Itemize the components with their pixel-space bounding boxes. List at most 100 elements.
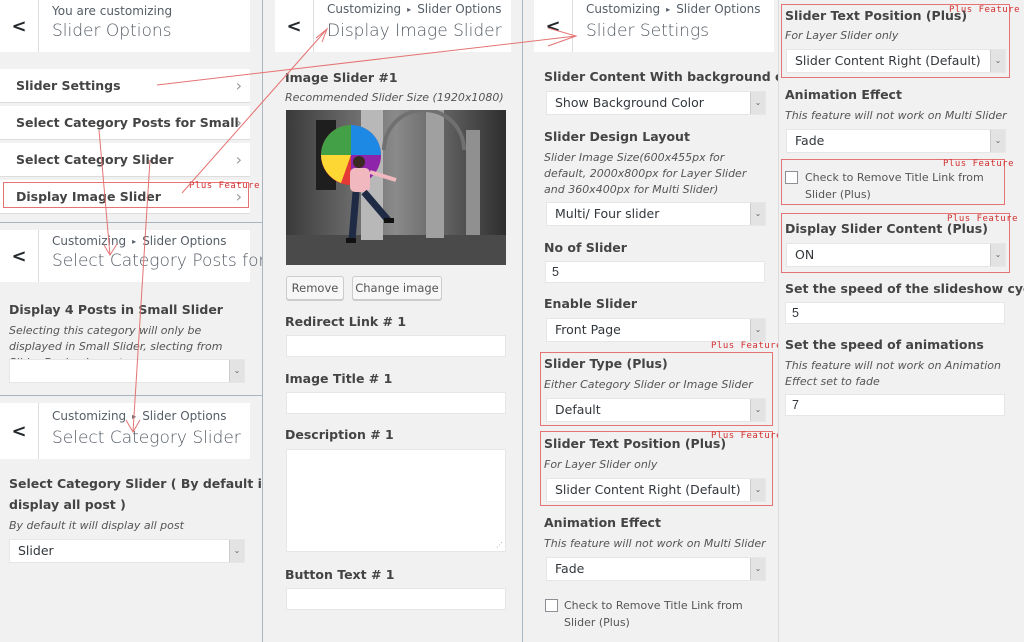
chevron-down-icon: ⌄ bbox=[990, 50, 1005, 72]
breadcrumb: Customizing ▸ Slider Options bbox=[586, 2, 761, 16]
design-layout-select[interactable]: Multi/ Four slider ⌄ bbox=[546, 202, 766, 226]
field-label: Button Text # 1 bbox=[285, 567, 395, 582]
cycle-speed-input[interactable] bbox=[785, 302, 1005, 324]
field-label: Slider Text Position (Plus) bbox=[544, 436, 727, 451]
field-label: Display Slider Content (Plus) bbox=[785, 221, 988, 236]
select-value: Show Background Color bbox=[555, 95, 704, 110]
text-position-select[interactable]: Slider Content Right (Default) ⌄ bbox=[786, 49, 1006, 73]
chevron-left-icon: < bbox=[11, 245, 27, 267]
breadcrumb-root: Customizing bbox=[52, 234, 127, 248]
button-text-input[interactable] bbox=[286, 588, 506, 610]
checkbox-label: Check to Remove Title Link from Slider (… bbox=[805, 171, 984, 201]
breadcrumb-separator: ▸ bbox=[666, 5, 671, 14]
plus-feature-tag: Plus Feature bbox=[711, 341, 783, 351]
field-description: For Layer Slider only bbox=[785, 29, 899, 42]
breadcrumb-separator: ▸ bbox=[132, 237, 137, 246]
panel-title: Select Category Posts for... bbox=[52, 251, 281, 271]
field-label: Redirect Link # 1 bbox=[285, 314, 407, 329]
breadcrumb: Customizing ▸ Slider Options bbox=[52, 234, 227, 248]
chevron-down-icon: ⌄ bbox=[750, 203, 765, 225]
chevron-down-icon: ⌄ bbox=[750, 319, 765, 341]
field-label: Slider Type (Plus) bbox=[544, 356, 668, 371]
section-label: Slider Settings bbox=[16, 78, 121, 93]
divider bbox=[0, 395, 262, 396]
chevron-left-icon: < bbox=[11, 420, 27, 442]
category-slider-select[interactable]: Slider ⌄ bbox=[9, 539, 245, 563]
background-color-select[interactable]: Show Background Color ⌄ bbox=[546, 91, 766, 115]
description-textarea[interactable]: ⋰ bbox=[286, 449, 506, 552]
field-description: This feature will not work on Multi Slid… bbox=[544, 537, 766, 550]
redirect-link-input[interactable] bbox=[286, 335, 506, 357]
select-value: ON bbox=[795, 247, 815, 262]
remove-title-link-checkbox[interactable] bbox=[545, 599, 558, 612]
breadcrumb-separator: ▸ bbox=[407, 5, 412, 14]
field-description: By default it will display all post bbox=[9, 519, 184, 532]
chevron-down-icon: ⌄ bbox=[990, 130, 1005, 152]
animation-effect-select[interactable]: Fade ⌄ bbox=[546, 557, 766, 581]
slider-count-input[interactable] bbox=[545, 261, 765, 283]
remove-title-link-checkbox[interactable] bbox=[785, 171, 798, 184]
panel-header: < Customizing ▸ Slider Options Select Cate… bbox=[0, 403, 250, 459]
section-label: Select Category Slider bbox=[16, 152, 174, 167]
panel-header: < Customizing ▸ Slider Options Display Ima… bbox=[275, 0, 511, 52]
back-button[interactable]: < bbox=[534, 0, 573, 52]
chevron-left-icon: < bbox=[286, 15, 302, 37]
select-value: Slider Content Right (Default) bbox=[795, 53, 981, 68]
chevron-down-icon: ⌄ bbox=[229, 360, 244, 382]
breadcrumb-root: Customizing bbox=[586, 2, 661, 16]
remove-image-button[interactable]: Remove bbox=[286, 276, 344, 300]
animation-speed-input[interactable] bbox=[785, 394, 1005, 416]
section-category-slider[interactable]: Select Category Slider › bbox=[0, 143, 250, 177]
section-slider-settings[interactable]: Slider Settings › bbox=[0, 69, 250, 103]
animation-effect-select[interactable]: Fade ⌄ bbox=[786, 129, 1006, 153]
breadcrumb: Customizing ▸ Slider Options bbox=[52, 409, 227, 423]
breadcrumb: Customizing ▸ Slider Options bbox=[327, 2, 502, 16]
checkbox-label: Check to Remove Title Link from Slider (… bbox=[564, 599, 743, 629]
field-label: Slider Text Position (Plus) bbox=[785, 8, 968, 23]
section-small-slider-posts[interactable]: Select Category Posts for Small Slider › bbox=[0, 106, 250, 164]
text-position-select[interactable]: Slider Content Right (Default) ⌄ bbox=[546, 478, 766, 502]
select-value: Default bbox=[555, 402, 601, 417]
panel-header: < Customizing ▸ Slider Options Slider Sett… bbox=[534, 0, 774, 52]
select-value: Fade bbox=[795, 133, 825, 148]
image-title-input[interactable] bbox=[286, 392, 506, 414]
back-button[interactable]: < bbox=[0, 230, 39, 282]
breadcrumb-parent: Slider Options bbox=[417, 2, 502, 16]
chevron-right-icon: › bbox=[235, 113, 242, 132]
enable-slider-select[interactable]: Front Page ⌄ bbox=[546, 318, 766, 342]
slider-options-panel: < You are customizing Slider Options Sli… bbox=[0, 0, 297, 642]
change-image-button[interactable]: Change image bbox=[352, 276, 442, 300]
field-label: Description # 1 bbox=[285, 427, 394, 442]
chevron-right-icon: › bbox=[235, 150, 242, 169]
field-label: Slider Content With background color bbox=[544, 69, 811, 84]
slider-image-preview bbox=[286, 110, 506, 265]
panel-title: Slider Settings bbox=[586, 21, 710, 41]
chevron-left-icon: < bbox=[545, 15, 561, 37]
field-label: Enable Slider bbox=[544, 296, 638, 311]
chevron-down-icon: ⌄ bbox=[229, 540, 244, 562]
select-value: Front Page bbox=[555, 322, 621, 337]
back-button[interactable]: < bbox=[275, 0, 314, 52]
resize-handle-icon[interactable]: ⋰ bbox=[496, 541, 503, 549]
field-label: Display 4 Posts in Small Slider bbox=[9, 302, 223, 317]
select-value: Slider Content Right (Default) bbox=[555, 482, 741, 497]
panel-title: Select Category Slider bbox=[52, 428, 241, 448]
back-button[interactable]: < bbox=[0, 0, 39, 52]
slider-settings-panel: < Customizing ▸ Slider Options Slider Sett… bbox=[523, 0, 810, 642]
slider-type-select[interactable]: Default ⌄ bbox=[546, 398, 766, 422]
field-label: Select Category Slider ( By default it w… bbox=[9, 476, 297, 491]
field-label: Set the speed of the slideshow cycling bbox=[785, 281, 1024, 296]
display-content-select[interactable]: ON ⌄ bbox=[786, 243, 1006, 267]
field-description: This feature will not work on Multi Slid… bbox=[785, 109, 1007, 122]
field-description: Slider Image Size(600x455px for default,… bbox=[544, 151, 747, 196]
panel-title: Display Image Slider bbox=[327, 21, 502, 41]
breadcrumb-root: Customizing bbox=[327, 2, 402, 16]
breadcrumb-parent: Slider Options bbox=[142, 234, 227, 248]
back-button[interactable]: < bbox=[0, 403, 39, 459]
field-description: Recommended Slider Size (1920x1080) bbox=[285, 91, 504, 104]
field-description: This feature will not work on Animation … bbox=[785, 359, 1001, 388]
small-slider-category-select[interactable]: ⌄ bbox=[9, 359, 245, 383]
field-label: Animation Effect bbox=[785, 87, 902, 102]
breadcrumb-separator: ▸ bbox=[132, 412, 137, 421]
breadcrumb-parent: Slider Options bbox=[676, 2, 761, 16]
